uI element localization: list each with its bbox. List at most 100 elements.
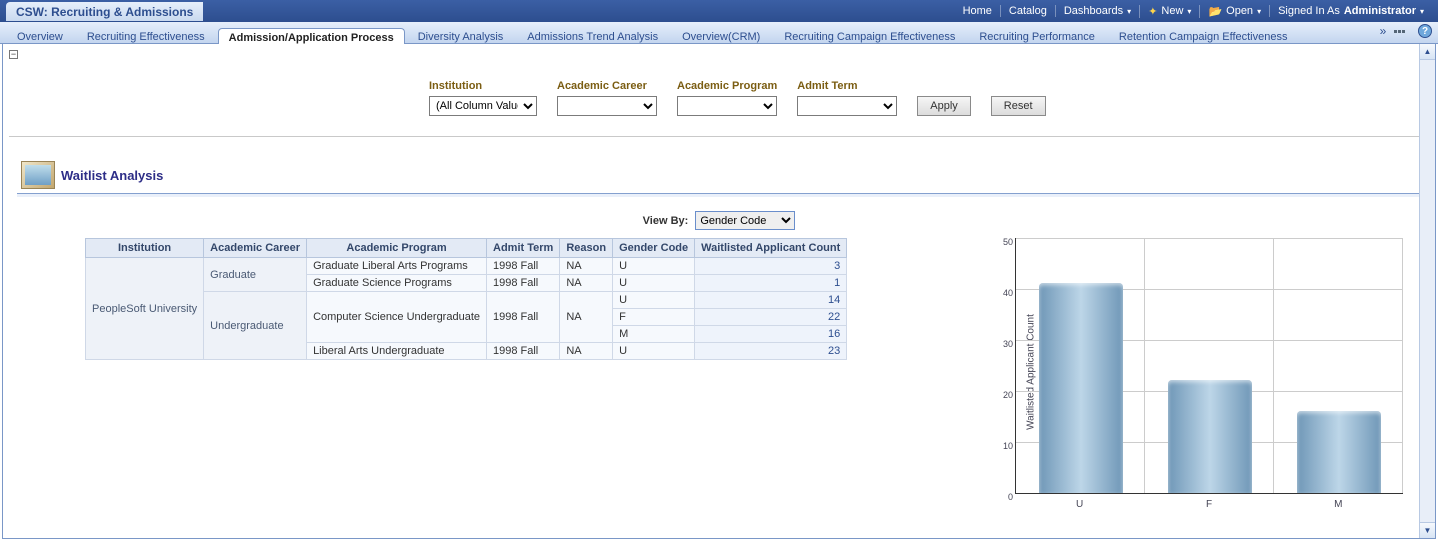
cell-institution: PeopleSoft University [86, 258, 204, 360]
ytick: 30 [1003, 339, 1013, 349]
filter-program-label: Academic Program [677, 80, 777, 92]
filter-term-label: Admit Term [797, 80, 897, 92]
filter-institution-label: Institution [429, 80, 537, 92]
nav-open-label: Open [1226, 5, 1253, 17]
filter-term-select[interactable] [797, 96, 897, 116]
dashboard-tab: CSW: Recruiting & Admissions [6, 2, 955, 21]
cell-term: 1998 Fall [487, 343, 560, 360]
global-header: CSW: Recruiting & Admissions Home Catalo… [0, 0, 1438, 22]
prompt-filters: Institution (All Column Values) Academic… [429, 80, 1435, 116]
chart-xticks: UFM [1015, 499, 1403, 510]
signed-in-label: Signed In As [1278, 5, 1340, 17]
filter-program-select[interactable] [677, 96, 777, 116]
divider [9, 136, 1429, 137]
dashboard-tabs: OverviewRecruiting EffectivenessAdmissio… [0, 22, 1438, 44]
chart-xtick: U [1015, 499, 1144, 510]
nav-dashboards-label: Dashboards [1064, 5, 1123, 17]
cell-career-undergrad: Undergraduate [204, 292, 307, 360]
page-options-icon[interactable] [1394, 24, 1414, 38]
filter-career-select[interactable] [557, 96, 657, 116]
ytick: 10 [1003, 441, 1013, 451]
reset-button[interactable]: Reset [991, 96, 1046, 116]
signed-in-username: Administrator [1344, 5, 1416, 17]
viewby-label: View By: [643, 215, 689, 227]
nav-open[interactable]: 📂 Open ▾ [1199, 5, 1269, 18]
chevron-down-icon: ▾ [1127, 7, 1131, 16]
help-icon[interactable]: ? [1418, 24, 1432, 38]
section-title: Waitlist Analysis [61, 168, 163, 183]
waitlist-table-wrap: Institution Academic Career Academic Pro… [85, 238, 847, 512]
cell-reason: NA [560, 343, 613, 360]
folder-open-icon: 📂 [1208, 5, 1222, 18]
content-area: ▲ ▼ − Institution (All Column Values) Ac… [2, 44, 1436, 539]
viewby-select[interactable]: Gender Code [695, 211, 795, 230]
col-reason: Reason [560, 239, 613, 258]
report-icon [21, 161, 55, 189]
vertical-scrollbar[interactable]: ▲ ▼ [1419, 44, 1435, 538]
cell-gender: U [613, 292, 695, 309]
chevron-down-icon: ▾ [1257, 7, 1261, 16]
table-header-row: Institution Academic Career Academic Pro… [86, 239, 847, 258]
chart-bar[interactable] [1016, 283, 1145, 493]
cell-count: 22 [695, 309, 847, 326]
chart-bar[interactable] [1274, 411, 1403, 493]
cell-count: 23 [695, 343, 847, 360]
col-gender: Gender Code [613, 239, 695, 258]
col-institution: Institution [86, 239, 204, 258]
filter-institution: Institution (All Column Values) [429, 80, 537, 116]
cell-term: 1998 Fall [487, 275, 560, 292]
collapse-section-icon[interactable]: − [9, 50, 18, 59]
more-tabs-icon[interactable]: » [1376, 24, 1390, 38]
scroll-up-arrow[interactable]: ▲ [1420, 44, 1435, 60]
count-link[interactable]: 14 [828, 294, 840, 306]
scroll-down-arrow[interactable]: ▼ [1420, 522, 1435, 538]
cell-program: Graduate Science Programs [307, 275, 487, 292]
col-program: Academic Program [307, 239, 487, 258]
count-link[interactable]: 23 [828, 345, 840, 357]
count-link[interactable]: 1 [834, 277, 840, 289]
nav-home[interactable]: Home [955, 5, 1000, 17]
chart-bar[interactable] [1145, 380, 1274, 493]
ytick: 40 [1003, 288, 1013, 298]
cell-reason: NA [560, 292, 613, 343]
cell-gender: U [613, 258, 695, 275]
cell-count: 16 [695, 326, 847, 343]
table-row: PeopleSoft University Graduate Graduate … [86, 258, 847, 275]
signed-in-user[interactable]: Signed In As Administrator ▾ [1269, 5, 1432, 17]
cell-term: 1998 Fall [487, 258, 560, 275]
cell-reason: NA [560, 275, 613, 292]
nav-new[interactable]: ✦ New ▾ [1139, 5, 1199, 18]
filter-term: Admit Term [797, 80, 897, 116]
section-header: Waitlist Analysis [21, 161, 1435, 189]
new-icon: ✦ [1148, 5, 1157, 18]
cell-gender: F [613, 309, 695, 326]
cell-gender: U [613, 343, 695, 360]
chart-xtick: F [1144, 499, 1273, 510]
cell-count: 14 [695, 292, 847, 309]
tabs-tools: » ? [1376, 24, 1432, 38]
filter-institution-select[interactable]: (All Column Values) [429, 96, 537, 116]
cell-program: Computer Science Undergraduate [307, 292, 487, 343]
nav-dashboards[interactable]: Dashboards ▾ [1055, 5, 1139, 17]
filter-career-label: Academic Career [557, 80, 657, 92]
section-rule [17, 193, 1421, 197]
report-body: Institution Academic Career Academic Pro… [3, 238, 1435, 512]
waitlist-chart: Waitlisted Applicant Count 0 10 20 30 40… [973, 232, 1413, 512]
nav-catalog[interactable]: Catalog [1000, 5, 1055, 17]
nav-new-label: New [1161, 5, 1183, 17]
count-link[interactable]: 22 [828, 311, 840, 323]
waitlist-table: Institution Academic Career Academic Pro… [85, 238, 847, 360]
count-link[interactable]: 16 [828, 328, 840, 340]
ytick: 20 [1003, 390, 1013, 400]
col-career: Academic Career [204, 239, 307, 258]
chart-plot [1015, 238, 1403, 494]
chart-xtick: M [1274, 499, 1403, 510]
header-links: Home Catalog Dashboards ▾ ✦ New ▾ 📂 Open… [955, 5, 1432, 18]
count-link[interactable]: 3 [834, 260, 840, 272]
dashboard-title: CSW: Recruiting & Admissions [6, 2, 203, 21]
cell-gender: M [613, 326, 695, 343]
ytick: 50 [1003, 237, 1013, 247]
cell-program: Liberal Arts Undergraduate [307, 343, 487, 360]
chevron-down-icon: ▾ [1420, 7, 1424, 16]
apply-button[interactable]: Apply [917, 96, 971, 116]
